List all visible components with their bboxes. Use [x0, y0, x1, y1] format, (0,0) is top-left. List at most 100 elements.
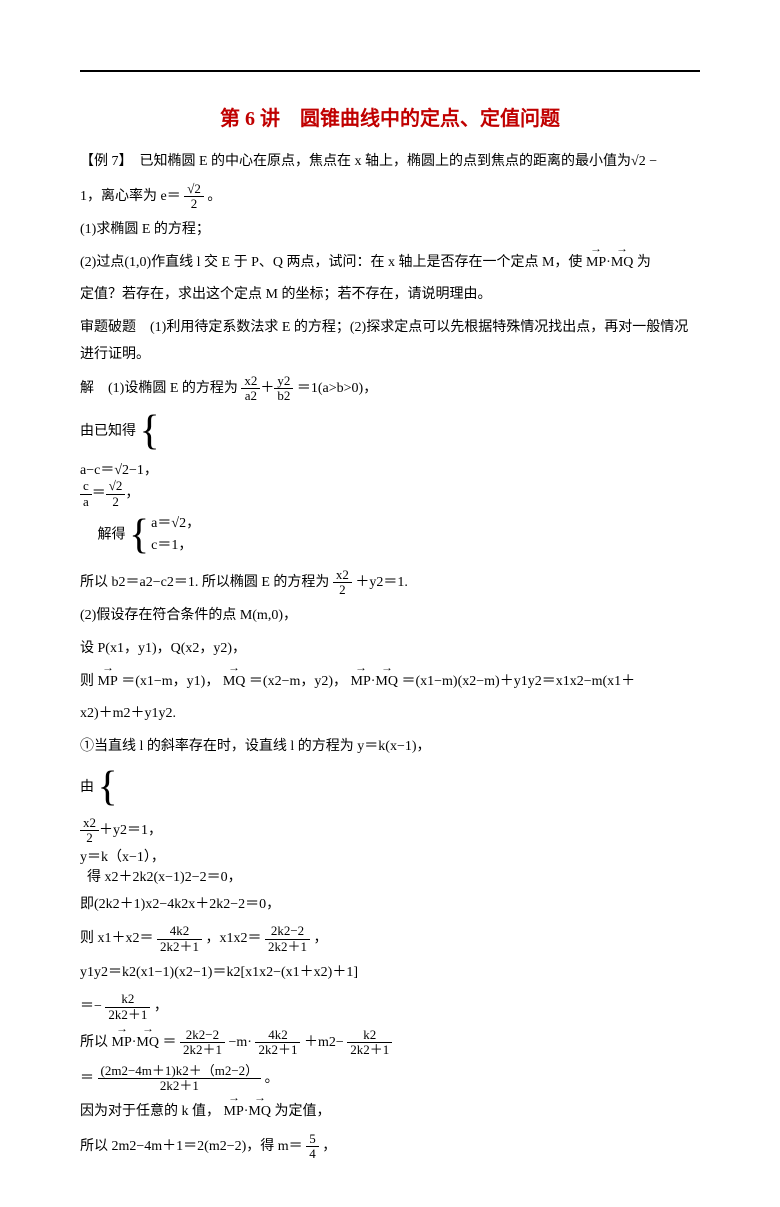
text: 所以	[80, 1035, 108, 1050]
vector-MP: MP	[112, 1030, 132, 1057]
frac-5-4: 5 4	[306, 1132, 319, 1162]
text: ，	[322, 1139, 336, 1154]
system-row: y＝k（x−1），	[80, 846, 700, 866]
denominator: 2	[333, 583, 352, 597]
frac-root2-over-2-b: √2 2	[106, 479, 126, 509]
para-23: 所以 2m2−4m＋1＝2(m2−2)，得 m＝ 5 4 ，	[80, 1132, 700, 1162]
left-brace-icon: {	[98, 770, 118, 806]
frac-t3: k2 2k2＋1	[347, 1028, 392, 1058]
left-brace-icon: {	[140, 414, 160, 450]
vector-MP: MP	[224, 1099, 244, 1126]
text: 1，离心率为 e＝	[80, 189, 181, 204]
para-7: 解 (1)设椭圆 E 的方程为 x2 a2 ＋ y2 b2 ＝1(a>b>0)，	[80, 374, 700, 404]
para-21: ＝ (2m2−4m＋1)k2＋（m2−2） 2k2＋1 。	[80, 1064, 700, 1094]
text: ，	[314, 931, 328, 946]
text: ＝(x2−m，y2)，	[249, 674, 347, 689]
numerator: √2	[184, 182, 204, 197]
para-1: 【例 7】 已知椭圆 E 的中心在原点，焦点在 x 轴上，椭圆上的点到焦点的距离…	[80, 149, 700, 176]
denominator: 2k2＋1	[157, 940, 202, 954]
denominator: b2	[274, 389, 293, 403]
text: 所以 2m2−4m＋1＝2(m2−2)，得 m＝	[80, 1139, 303, 1154]
vector-MQ: MQ	[375, 669, 398, 696]
para-16: 即(2k2＋1)x2−4k2x＋2k2−2＝0，	[80, 892, 700, 919]
numerator: 4k2	[157, 924, 202, 939]
vector-MP: MP	[351, 669, 371, 696]
vector-MQ: MQ	[611, 250, 634, 277]
denominator: 2k2＋1	[180, 1043, 225, 1057]
page: 第 6 讲 圆锥曲线中的定点、定值问题 【例 7】 已知椭圆 E 的中心在原点，…	[0, 0, 780, 1207]
text: ＋y2＝1.	[355, 575, 408, 590]
frac-x2-over-2-b: x2 2	[80, 816, 99, 846]
text: ＝	[92, 486, 106, 501]
text: ＋m2−	[304, 1035, 344, 1050]
text: 。	[207, 189, 221, 204]
denominator: a	[80, 495, 92, 509]
para-22: 因为对于任意的 k 值， MP·MQ 为定值，	[80, 1099, 700, 1126]
frac-root2-over-2: √2 2	[184, 182, 204, 212]
para-20: 所以 MP·MQ ＝ 2k2−2 2k2＋1 −m· 4k2 2k2＋1 ＋m2…	[80, 1028, 700, 1058]
text: ＝	[162, 1035, 176, 1050]
text: ＝(x1−m，y1)，	[121, 674, 219, 689]
text: −m·	[228, 1035, 251, 1050]
numerator: x2	[80, 816, 99, 831]
system-row: x2 2 ＋y2＝1，	[80, 816, 700, 846]
para-9: 所以 b2＝a2−c2＝1. 所以椭圆 E 的方程为 x2 2 ＋y2＝1.	[80, 568, 700, 598]
denominator: 2	[184, 197, 204, 211]
vector-MP: MP	[586, 250, 606, 277]
denominator: a2	[241, 389, 260, 403]
para-4: (2)过点(1,0)作直线 l 交 E 于 P、Q 两点，试问：在 x 轴上是否…	[80, 250, 700, 277]
frac-y2-b2: y2 b2	[274, 374, 293, 404]
text: ＝(x1−m)(x2−m)＋y1y2＝x1x2−m(x1＋	[401, 674, 635, 689]
para-10: (2)假设存在符合条件的点 M(m,0)，	[80, 603, 700, 630]
frac-t1: 2k2−2 2k2＋1	[180, 1028, 225, 1058]
system-row: a＝√2，	[151, 513, 200, 535]
text: 则	[80, 674, 94, 689]
para-13: x2)＋m2＋y1y2.	[80, 701, 700, 728]
text: 所以 b2＝a2−c2＝1. 所以椭圆 E 的方程为	[80, 575, 329, 590]
frac-t2: 4k2 2k2＋1	[255, 1028, 300, 1058]
para-8: 由已知得 {	[80, 410, 700, 454]
text: 解 (1)设椭圆 E 的方程为	[80, 381, 238, 396]
vector-MQ: MQ	[223, 669, 246, 696]
system-row: a−c＝√2−1，	[80, 459, 700, 479]
system-row: c a ＝ √2 2 ，	[80, 479, 700, 509]
denominator: 2k2＋1	[255, 1043, 300, 1057]
vector-MQ: MQ	[248, 1099, 271, 1126]
para-18: y1y2＝k2(x1−1)(x2−1)＝k2[x1x2−(x1＋x2)＋1]	[80, 960, 700, 987]
numerator: k2	[347, 1028, 392, 1043]
para-12: 则 MP ＝(x1−m，y1)， MQ ＝(x2−m，y2)， MP·MQ ＝(…	[80, 669, 700, 696]
text: (2)过点(1,0)作直线 l 交 E 于 P、Q 两点，试问：在 x 轴上是否…	[80, 255, 582, 270]
text: 。	[265, 1071, 279, 1086]
numerator: x2	[241, 374, 260, 389]
numerator: 2k2−2	[180, 1028, 225, 1043]
denominator: 2k2＋1	[347, 1043, 392, 1057]
text: 为定值，	[274, 1104, 330, 1119]
text: 因为对于任意的 k 值，	[80, 1104, 220, 1119]
left-brace-icon: {	[129, 518, 149, 554]
system-row: c＝1，	[151, 535, 200, 557]
frac-k2: k2 2k2＋1	[105, 992, 150, 1022]
numerator: x2	[333, 568, 352, 583]
denominator: 2	[106, 495, 126, 509]
denominator: 2	[80, 831, 99, 845]
numerator: 5	[306, 1132, 319, 1147]
numerator: 2k2−2	[265, 924, 310, 939]
denominator: 4	[306, 1147, 319, 1161]
frac-c-over-a: c a	[80, 479, 92, 509]
numerator: 4k2	[255, 1028, 300, 1043]
lecture-title: 第 6 讲 圆锥曲线中的定点、定值问题	[80, 102, 700, 131]
text: ＝1(a>b>0)，	[297, 381, 377, 396]
numerator: (2m2−4m＋1)k2＋（m2−2）	[98, 1064, 262, 1079]
text: 【例 7】 已知椭圆 E 的中心在原点，焦点在 x 轴上，椭圆上的点到焦点的距离…	[80, 154, 657, 169]
text: ＋y2＝1，	[99, 823, 162, 838]
para-14: ①当直线 l 的斜率存在时，设直线 l 的方程为 y＝k(x−1)，	[80, 734, 700, 761]
para-19: ＝− k2 2k2＋1 ，	[80, 992, 700, 1022]
brace-system-2: { a＝√2， c＝1，	[129, 513, 200, 558]
denominator: 2k2＋1	[265, 940, 310, 954]
numerator: y2	[274, 374, 293, 389]
brace-system-1: {	[140, 414, 162, 450]
para-2: 1，离心率为 e＝ √2 2 。	[80, 182, 700, 212]
text: 得 x2＋2k2(x−1)2−2＝0，	[87, 870, 242, 885]
para-3: (1)求椭圆 E 的方程；	[80, 217, 700, 244]
para-15: 由 {	[80, 766, 700, 810]
